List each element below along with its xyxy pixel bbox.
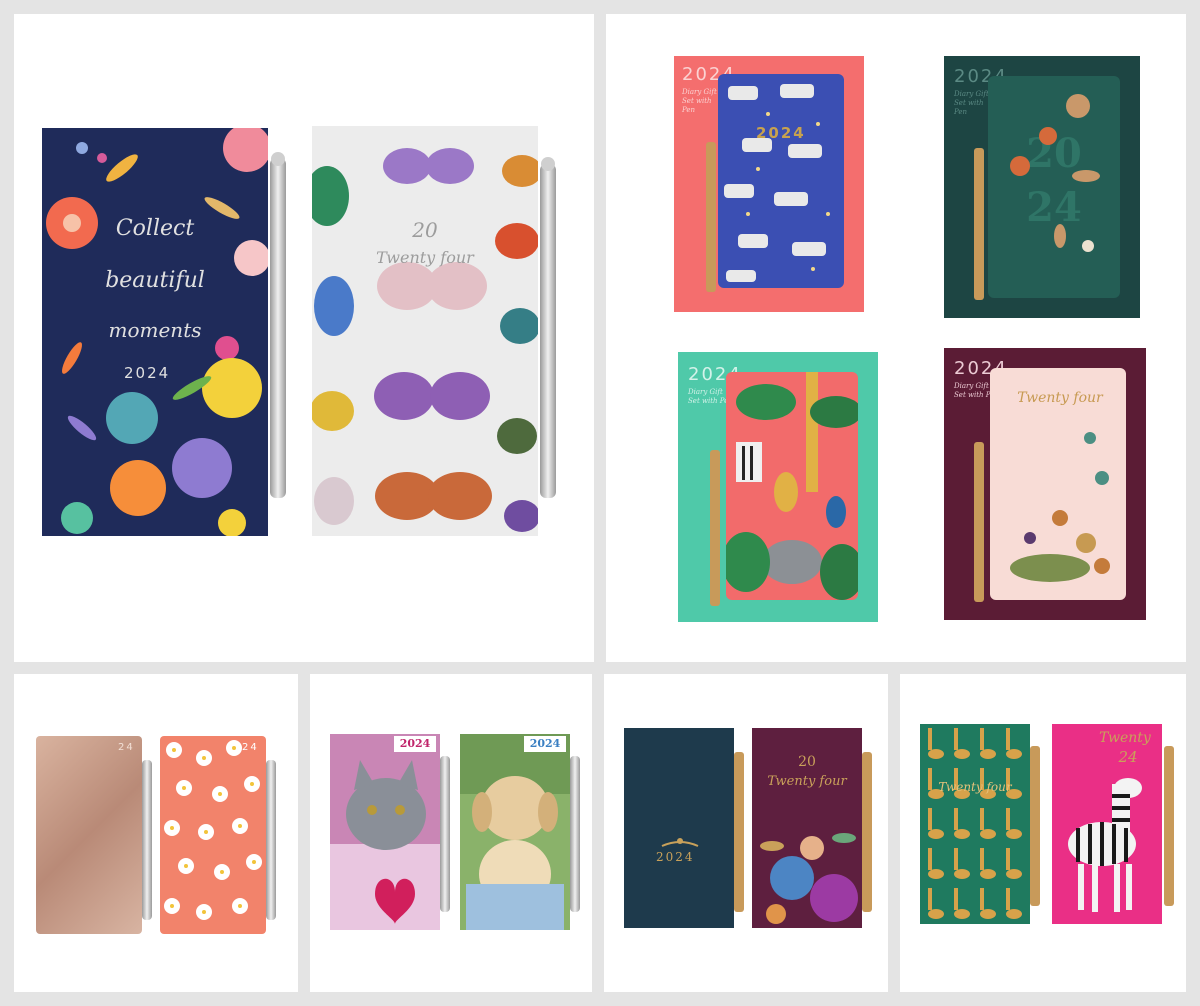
butterfly-pattern — [312, 148, 538, 532]
plum-floral-bottom: Twenty four — [767, 774, 847, 789]
silver-pen-2 — [540, 164, 556, 498]
puppy-pen — [570, 756, 580, 912]
navy-year: 2024 — [656, 850, 695, 864]
product-tile-floral-butterfly[interactable]: Collect beautiful moments 2024 20 Twenty… — [14, 14, 594, 662]
giraffe-cover-text: Twenty four — [938, 780, 1012, 794]
jungle-box-pen — [710, 450, 720, 606]
navy-pen — [734, 752, 744, 912]
giraffe-pattern — [928, 728, 1022, 919]
product-tile-rosegold-daisy[interactable]: 24 24 — [14, 674, 298, 992]
butterfly-year-bottom: Twenty four — [376, 248, 474, 267]
giraffe-pen — [1030, 746, 1040, 906]
zebra-gift-box: 2024 Diary Gift Set with Pen 2024 — [674, 56, 864, 312]
daisy-pen — [266, 760, 276, 920]
product-tile-kitten-puppy[interactable]: 2024 2024 — [310, 674, 592, 992]
rosegold-corner: 24 — [118, 742, 135, 753]
daisy-corner: 24 — [242, 742, 259, 753]
pink-zebra-diary: Twenty 24 — [1052, 724, 1162, 924]
pink-zebra-bottom: 24 — [1118, 748, 1138, 766]
silver-pen-1-top — [271, 152, 285, 166]
zebra-diary: 2024 — [718, 74, 844, 288]
floral-year: 2024 — [124, 364, 171, 382]
green-diary: 20 24 — [988, 76, 1120, 298]
silver-pen-1 — [270, 158, 286, 498]
navy-bird-icon — [661, 838, 699, 847]
plum-floral-pen — [862, 752, 872, 912]
plum-gift-box: 2024 Diary Gift Set with Pen Twenty four — [944, 348, 1146, 620]
product-tile-giraffe-zebra[interactable]: Twenty four Twenty 24 — [900, 674, 1186, 992]
plum-box-pen — [974, 442, 984, 602]
puppy-diary: 2024 — [460, 734, 570, 930]
green-gift-box: 2024 Diary Gift Set with Pen 20 24 — [944, 56, 1140, 318]
pink-zebra-top: Twenty — [1099, 730, 1151, 746]
kitten-pen — [440, 756, 450, 912]
plum-botanical — [1010, 432, 1110, 582]
rosegold-diary: 24 — [36, 736, 142, 934]
giraffe-diary: Twenty four — [920, 724, 1030, 924]
floral-diary: Collect beautiful moments 2024 — [42, 128, 268, 536]
kitten-photo — [330, 734, 440, 924]
kitten-diary: 2024 — [330, 734, 440, 930]
green-botanical — [1010, 94, 1100, 252]
daisy-diary: 24 — [160, 736, 266, 934]
silver-pen-2-top — [541, 157, 555, 171]
daisy-pattern — [164, 740, 262, 920]
butterfly-diary: 20 Twenty four — [312, 126, 538, 536]
green-box-pen — [974, 148, 984, 300]
jungle-diary — [726, 372, 858, 600]
puppy-photo — [460, 734, 570, 930]
product-tile-navy-plum[interactable]: 2024 20 Twenty four — [604, 674, 888, 992]
floral-line-2: beautiful — [105, 268, 205, 293]
rosegold-pen — [142, 760, 152, 920]
plum-floral-diary: 20 Twenty four — [752, 728, 862, 928]
zebra-cover-year: 2024 — [756, 124, 806, 142]
zebra-pattern — [724, 84, 830, 282]
plum-diary: Twenty four — [990, 368, 1126, 600]
plum-floral-top: 20 — [798, 754, 816, 770]
pink-zebra-pen — [1164, 746, 1174, 906]
butterfly-year-top: 20 — [412, 218, 438, 242]
floral-line-3: moments — [108, 318, 202, 342]
puppy-badge: 2024 — [524, 736, 566, 752]
zebra-box-pen — [706, 142, 716, 292]
navy-diary: 2024 — [624, 728, 734, 928]
jungle-gift-box: 2024 Diary Gift Set with Pen — [678, 352, 878, 622]
product-tile-gift-boxes[interactable]: 2024 Diary Gift Set with Pen 2024 2024 D… — [606, 14, 1186, 662]
kitten-badge: 2024 — [394, 736, 436, 752]
jungle-scene — [726, 372, 858, 600]
floral-line-1: Collect — [115, 216, 195, 241]
